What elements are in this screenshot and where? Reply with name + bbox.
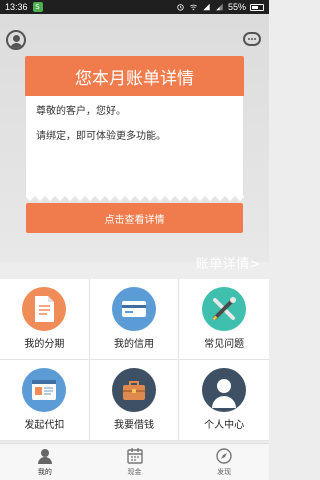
person-icon — [202, 368, 247, 412]
grid-item-credit[interactable]: 我的信用 — [89, 279, 180, 360]
briefcase-icon — [111, 368, 156, 412]
compass-icon — [216, 448, 232, 464]
tab-cash[interactable]: 现金 — [90, 444, 180, 480]
credit-card-icon — [111, 287, 156, 331]
grid-item-withhold[interactable]: 发起代扣 — [0, 360, 90, 441]
grid-item-label: 个人中心 — [204, 420, 245, 431]
alarm-icon — [177, 4, 184, 11]
status-indicators: 55% — [176, 2, 264, 12]
grid-item-label: 我的信用 — [113, 339, 154, 350]
grid-item-label: 我要借钱 — [113, 420, 154, 431]
bill-card-zigzag-edge — [25, 196, 244, 201]
battery-icon — [250, 3, 264, 11]
tab-label: 发现 — [217, 468, 232, 476]
bill-message: 请绑定，即可体验更多功能。 — [36, 131, 166, 142]
bill-card-body: 尊敬的客户，您好。 请绑定，即可体验更多功能。 — [25, 96, 244, 197]
status-bar: 13:36 S 55% — [0, 0, 269, 14]
tab-discover[interactable]: 发现 — [179, 444, 269, 480]
hero-section: 您本月账单详情 尊敬的客户，您好。 请绑定，即可体验更多功能。 点击查看详情 账… — [0, 14, 269, 272]
grid-item-label: 常见问题 — [204, 339, 245, 350]
user-icon — [37, 449, 52, 464]
tab-mine[interactable]: 我的 — [0, 444, 90, 480]
tab-label: 现金 — [127, 468, 142, 476]
grid-item-installments[interactable]: 我的分期 — [0, 279, 90, 360]
battery-percent: 55% — [227, 2, 246, 12]
bottom-tab-bar: 我的 现金 发现 — [0, 443, 269, 480]
notification-icon: S — [32, 2, 43, 12]
feature-grid: 我的分期 我的信用 常见问题 发起代扣 我要借钱 个人中心 — [0, 279, 269, 441]
grid-item-borrow[interactable]: 我要借钱 — [89, 360, 180, 441]
view-details-button[interactable]: 点击查看详情 — [26, 203, 243, 233]
chat-bubble-icon[interactable] — [243, 32, 261, 46]
grid-item-label: 发起代扣 — [24, 420, 65, 431]
status-time: 13:36 — [5, 2, 28, 12]
browser-window-icon — [22, 368, 67, 412]
grid-item-label: 我的分期 — [24, 339, 65, 350]
signal-icon — [203, 3, 210, 11]
grid-item-faq[interactable]: 常见问题 — [179, 279, 269, 360]
grid-item-profile[interactable]: 个人中心 — [179, 360, 269, 441]
calendar-icon — [126, 448, 143, 464]
signal-2-icon — [216, 3, 223, 11]
bill-card: 您本月账单详情 尊敬的客户，您好。 请绑定，即可体验更多功能。 — [25, 56, 244, 201]
user-circle-icon[interactable] — [6, 30, 26, 50]
wifi-icon — [190, 4, 197, 11]
bill-details-link[interactable]: 账单详情> — [196, 253, 261, 272]
document-icon — [22, 287, 67, 331]
bill-greeting: 尊敬的客户，您好。 — [36, 106, 126, 117]
tab-label: 我的 — [37, 468, 52, 476]
tools-icon — [202, 287, 247, 331]
bill-card-title: 您本月账单详情 — [25, 56, 244, 96]
